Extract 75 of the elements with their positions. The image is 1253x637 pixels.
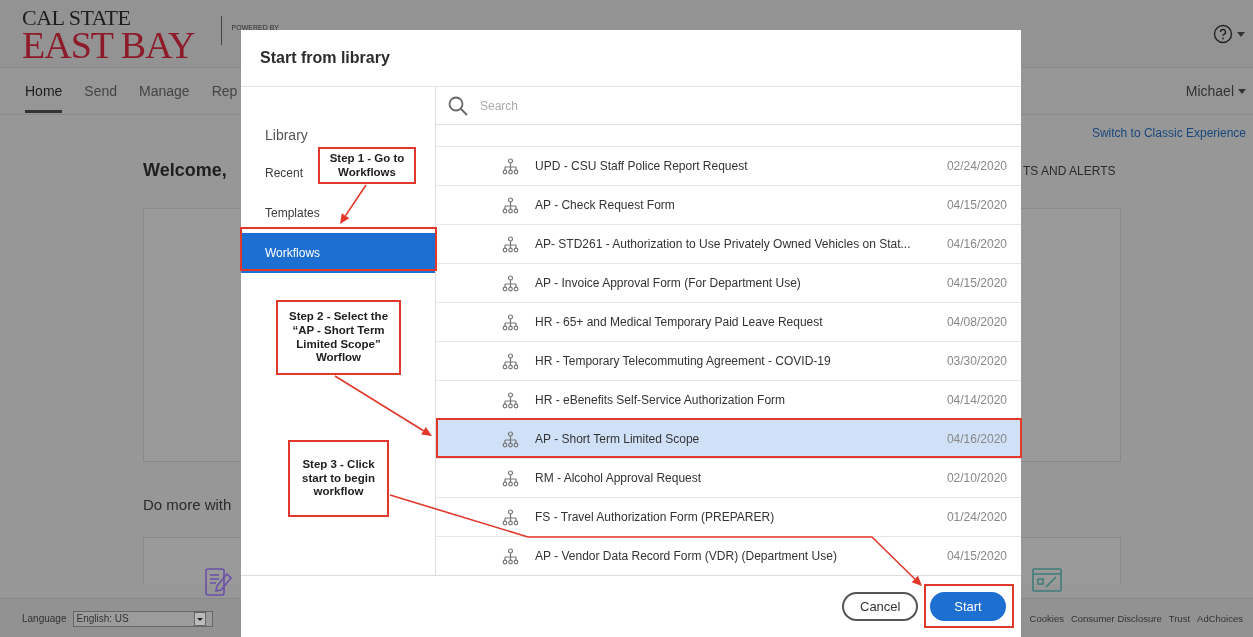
workflow-icon <box>502 157 519 175</box>
sidebar-item[interactable]: Recent <box>265 153 304 193</box>
search-icon <box>448 95 468 116</box>
workflow-row[interactable]: AP - Check Request Form 04/15/2020 <box>436 185 1021 224</box>
welcome-heading: Welcome, <box>143 160 227 181</box>
workflow-icon <box>502 430 519 448</box>
workflow-icon <box>502 547 519 565</box>
caret-icon[interactable] <box>1237 31 1245 37</box>
start-button[interactable]: Start <box>930 592 1006 621</box>
footer-link[interactable]: AdChoices <box>1197 613 1243 624</box>
workflow-row[interactable]: HR - eBenefits Self-Service Authorization Form 04/14/2020 <box>436 380 1021 419</box>
workflow-date: 03/30/2020 <box>946 354 1007 368</box>
workflow-icon <box>502 469 519 487</box>
workflow-name: FS - Travel Authorization Form (PREPARER) <box>535 510 775 524</box>
workflow-icon <box>502 274 519 292</box>
workflow-icon <box>502 391 519 409</box>
search-field[interactable]: Search <box>480 96 640 115</box>
workflow-date: 01/24/2020 <box>946 510 1007 524</box>
workflow-name: RM - Alcohol Approval Request <box>535 471 702 485</box>
nav-tab[interactable]: Home <box>25 69 63 113</box>
document-sign-icon <box>205 568 232 596</box>
logo-text: CAL STATE <box>22 8 132 28</box>
screen-sign-icon <box>1032 568 1062 592</box>
workflow-date: 04/15/2020 <box>946 549 1007 563</box>
footer-link[interactable]: Trust <box>1168 613 1191 624</box>
workflow-date: 04/08/2020 <box>946 315 1007 329</box>
user-menu[interactable]: Michael <box>1185 83 1234 99</box>
cancel-button[interactable]: Cancel <box>842 592 918 621</box>
help-icon[interactable] <box>1213 24 1233 44</box>
workflow-icon <box>502 235 519 253</box>
workflow-name: HR - Temporary Telecommuting Agreement - COVID-19 <box>535 354 831 368</box>
workflow-icon <box>502 352 519 370</box>
workflow-name: HR - 65+ and Medical Temporary Paid Leave Request <box>535 315 823 329</box>
workflow-date: 04/16/2020 <box>946 237 1007 251</box>
workflow-date: 02/24/2020 <box>946 159 1007 173</box>
workflow-row[interactable]: UPD - CSU Staff Police Report Request 02/24/2020 <box>436 146 1021 185</box>
language-label: Language <box>22 613 67 624</box>
workflow-row[interactable]: AP - Invoice Approval Form (For Department Use) 04/15/2020 <box>436 263 1021 302</box>
workflow-name: UPD - CSU Staff Police Report Request <box>535 159 748 173</box>
workflow-name: AP - Invoice Approval Form (For Department Use) <box>535 276 801 290</box>
sidebar-item[interactable]: Workflows <box>241 233 435 273</box>
caret-icon <box>193 611 206 626</box>
workflow-date: 04/15/2020 <box>946 276 1007 290</box>
workflow-date: 02/10/2020 <box>946 471 1007 485</box>
workflow-date: 04/14/2020 <box>946 393 1007 407</box>
arrow <box>340 184 367 224</box>
alerts-heading: TS AND ALERTS <box>1023 164 1116 178</box>
workflow-date: 04/15/2020 <box>946 198 1007 212</box>
workflow-name: AP - Short Term Limited Scope <box>535 432 700 446</box>
sidebar-item[interactable]: Templates <box>265 193 320 233</box>
step-callout: Step 3 - Click start to begin workflow <box>288 440 389 517</box>
workflow-date: 04/16/2020 <box>946 432 1007 446</box>
workflow-icon <box>502 508 519 526</box>
workflow-icon <box>502 313 519 331</box>
workflow-name: AP - Vendor Data Record Form (VDR) (Department Use) <box>535 549 837 563</box>
logo-text: EAST BAY <box>22 27 195 62</box>
workflow-row[interactable]: FS - Travel Authorization Form (PREPARER) 01/24/2020 <box>436 497 1021 536</box>
workflow-row[interactable]: RM - Alcohol Approval Request 02/10/2020 <box>436 458 1021 497</box>
workflow-row[interactable]: AP - Vendor Data Record Form (VDR) (Department Use) 04/15/2020 <box>436 536 1021 575</box>
section-heading: Do more with <box>143 496 232 513</box>
footer-link[interactable]: Consumer Disclosure <box>1070 613 1162 624</box>
workflow-icon <box>502 196 519 214</box>
step-callout: Step 2 - Select the “AP - Short Term Limited Scope” Worflow <box>276 300 401 375</box>
workflow-name: AP- STD261 - Authorization to Use Privately Owned Vehicles on Stat... <box>535 237 911 251</box>
language-select[interactable]: English: US <box>72 610 213 627</box>
workflow-row[interactable]: AP- STD261 - Authorization to Use Privately Owned Vehicles on Stat... 04/16/2020 <box>436 224 1021 263</box>
dialog-title: Start from library <box>260 49 390 67</box>
sidebar-item[interactable]: Library <box>265 117 308 153</box>
footer-link[interactable]: Cookies <box>1029 613 1064 624</box>
workflow-row[interactable]: HR - Temporary Telecommuting Agreement - COVID-19 03/30/2020 <box>436 341 1021 380</box>
caret-icon[interactable] <box>1238 88 1246 94</box>
step-callout: Step 1 - Go to Workflows <box>318 147 416 184</box>
workflow-row[interactable]: HR - 65+ and Medical Temporary Paid Leave Request 04/08/2020 <box>436 302 1021 341</box>
workflow-name: HR - eBenefits Self-Service Authorization Form <box>535 393 786 407</box>
workflow-name: AP - Check Request Form <box>535 198 675 212</box>
